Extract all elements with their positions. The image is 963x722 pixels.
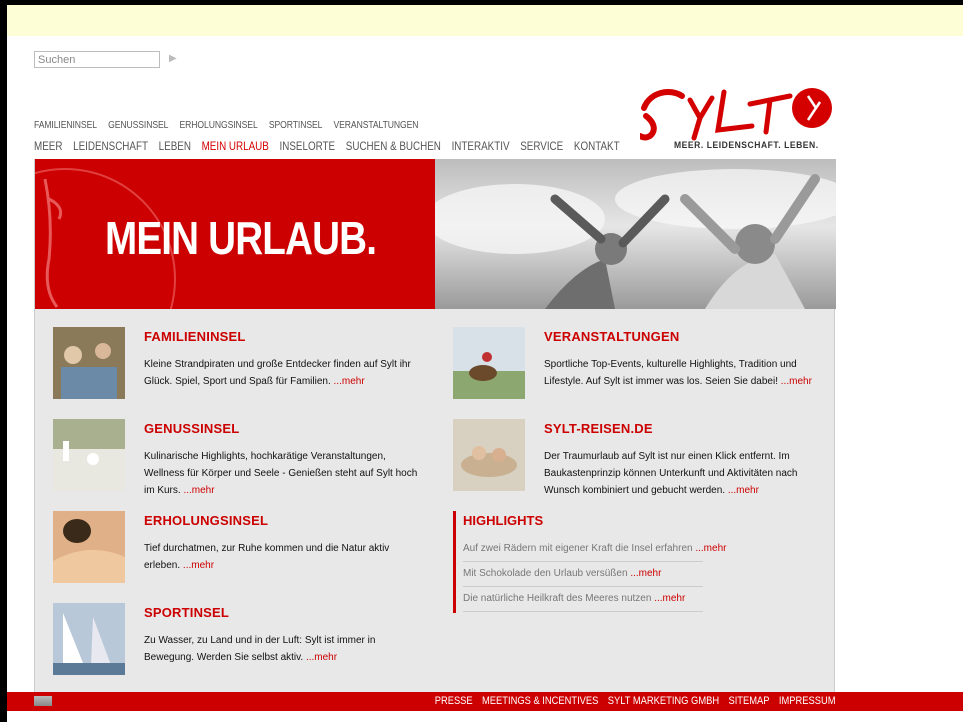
list-item: SYLT-REISEN.DE Der Traumurlaub auf Sylt … — [35, 419, 836, 511]
nav-top-item-genussinsel[interactable]: GENUSSINSEL — [108, 120, 168, 131]
footer-link-impressum[interactable]: IMPRESSUM — [778, 695, 835, 707]
list-item: ERHOLUNGSINSEL Tief durchatmen, zur Ruhe… — [35, 511, 435, 603]
more-link[interactable]: ...mehr — [695, 543, 726, 554]
list-item: SPORTINSEL Zu Wasser, zu Land und in der… — [35, 603, 435, 695]
footer-links: PRESSE MEETINGS & INCENTIVES SYLT MARKET… — [434, 695, 835, 707]
nav-top: FAMILIENINSEL GENUSSINSEL ERHOLUNGSINSEL… — [34, 120, 418, 131]
item-title[interactable]: VERANSTALTUNGEN — [544, 329, 679, 344]
right-column: VERANSTALTUNGEN Sportliche Top-Events, k… — [35, 327, 836, 511]
uk-flag-icon[interactable] — [34, 696, 52, 706]
nav-main-item-leidenschaft[interactable]: LEIDENSCHAFT — [73, 139, 148, 153]
highlight-item[interactable]: Die natürliche Heilkraft des Meeres nutz… — [463, 593, 685, 604]
footer-link-sylt-marketing[interactable]: SYLT MARKETING GMBH — [607, 695, 718, 707]
divider — [463, 611, 703, 612]
nav-top-item-familieninsel[interactable]: FAMILIENINSEL — [34, 120, 97, 131]
window-border — [0, 0, 7, 722]
page: Suchen ▶ FAMILIENINSEL GENUSSINSEL ERHOL… — [0, 0, 963, 722]
arrow-right-icon[interactable]: ▶ — [169, 53, 177, 64]
top-banner — [7, 0, 963, 36]
highlights-box: HIGHLIGHTS Auf zwei Rädern mit eigener K… — [453, 511, 813, 613]
footer-link-meetings[interactable]: MEETINGS & INCENTIVES — [482, 695, 598, 707]
more-link[interactable]: ...mehr — [183, 560, 214, 571]
main-content: MEIN URLAUB. FAMILIENINSEL Kleine Strand… — [34, 159, 836, 695]
footer-link-sitemap[interactable]: SITEMAP — [728, 695, 769, 707]
highlight-item[interactable]: Auf zwei Rädern mit eigener Kraft die In… — [463, 543, 726, 554]
more-link[interactable]: ...mehr — [728, 485, 759, 496]
hero-title: MEIN URLAUB. — [105, 212, 377, 264]
more-link[interactable]: ...mehr — [654, 593, 685, 604]
window-bottom — [7, 711, 963, 722]
divider — [463, 586, 703, 587]
massage-photo[interactable] — [53, 511, 125, 583]
divider — [463, 561, 703, 562]
nav-main-item-leben[interactable]: LEBEN — [159, 139, 191, 153]
item-title[interactable]: SPORTINSEL — [144, 605, 229, 620]
nav-main-item-mein-urlaub[interactable]: MEIN URLAUB — [202, 139, 269, 153]
nav-top-item-erholungsinsel[interactable]: ERHOLUNGSINSEL — [180, 120, 258, 131]
nav-top-item-veranstaltungen[interactable]: VERANSTALTUNGEN — [333, 120, 418, 131]
logo-tagline: MEER. LEIDENSCHAFT. LEBEN. — [674, 140, 819, 151]
nav-main-item-kontakt[interactable]: KONTAKT — [574, 139, 620, 153]
item-text: Zu Wasser, zu Land und in der Luft: Sylt… — [144, 635, 376, 663]
item-text: Sportliche Top-Events, kulturelle Highli… — [544, 359, 812, 387]
nav-main-item-meer[interactable]: MEER — [34, 139, 62, 153]
hero-photo — [435, 159, 836, 309]
nav-main-item-interaktiv[interactable]: INTERAKTIV — [452, 139, 510, 153]
footer: PRESSE MEETINGS & INCENTIVES SYLT MARKET… — [7, 692, 963, 711]
search-input[interactable]: Suchen — [34, 51, 160, 68]
nav-top-item-sportinsel[interactable]: SPORTINSEL — [269, 120, 323, 131]
item-text: Tief durchatmen, zur Ruhe kommen und die… — [144, 543, 390, 571]
polo-photo[interactable] — [453, 327, 525, 399]
more-link[interactable]: ...mehr — [781, 376, 812, 387]
highlights-title: HIGHLIGHTS — [463, 513, 544, 528]
more-link[interactable]: ...mehr — [306, 652, 337, 663]
hero-banner: MEIN URLAUB. — [35, 159, 435, 309]
more-link[interactable]: ...mehr — [630, 568, 661, 579]
nav-main-item-service[interactable]: SERVICE — [520, 139, 563, 153]
highlight-item[interactable]: Mit Schokolade den Urlaub versüßen ...me… — [463, 568, 661, 579]
item-title[interactable]: ERHOLUNGSINSEL — [144, 513, 268, 528]
nav-main-item-inselorte[interactable]: INSELORTE — [280, 139, 336, 153]
item-text: Der Traumurlaub auf Sylt ist nur einen K… — [544, 451, 798, 496]
beach-couple-photo[interactable] — [453, 419, 525, 491]
list-item: VERANSTALTUNGEN Sportliche Top-Events, k… — [35, 327, 836, 419]
nav-main: MEER LEIDENSCHAFT LEBEN MEIN URLAUB INSE… — [34, 139, 620, 153]
item-title[interactable]: SYLT-REISEN.DE — [544, 421, 653, 436]
windsurf-photo[interactable] — [53, 603, 125, 675]
nav-main-item-suchen-buchen[interactable]: SUCHEN & BUCHEN — [346, 139, 441, 153]
cheering-couple-image — [435, 169, 836, 309]
footer-link-presse[interactable]: PRESSE — [434, 695, 472, 707]
